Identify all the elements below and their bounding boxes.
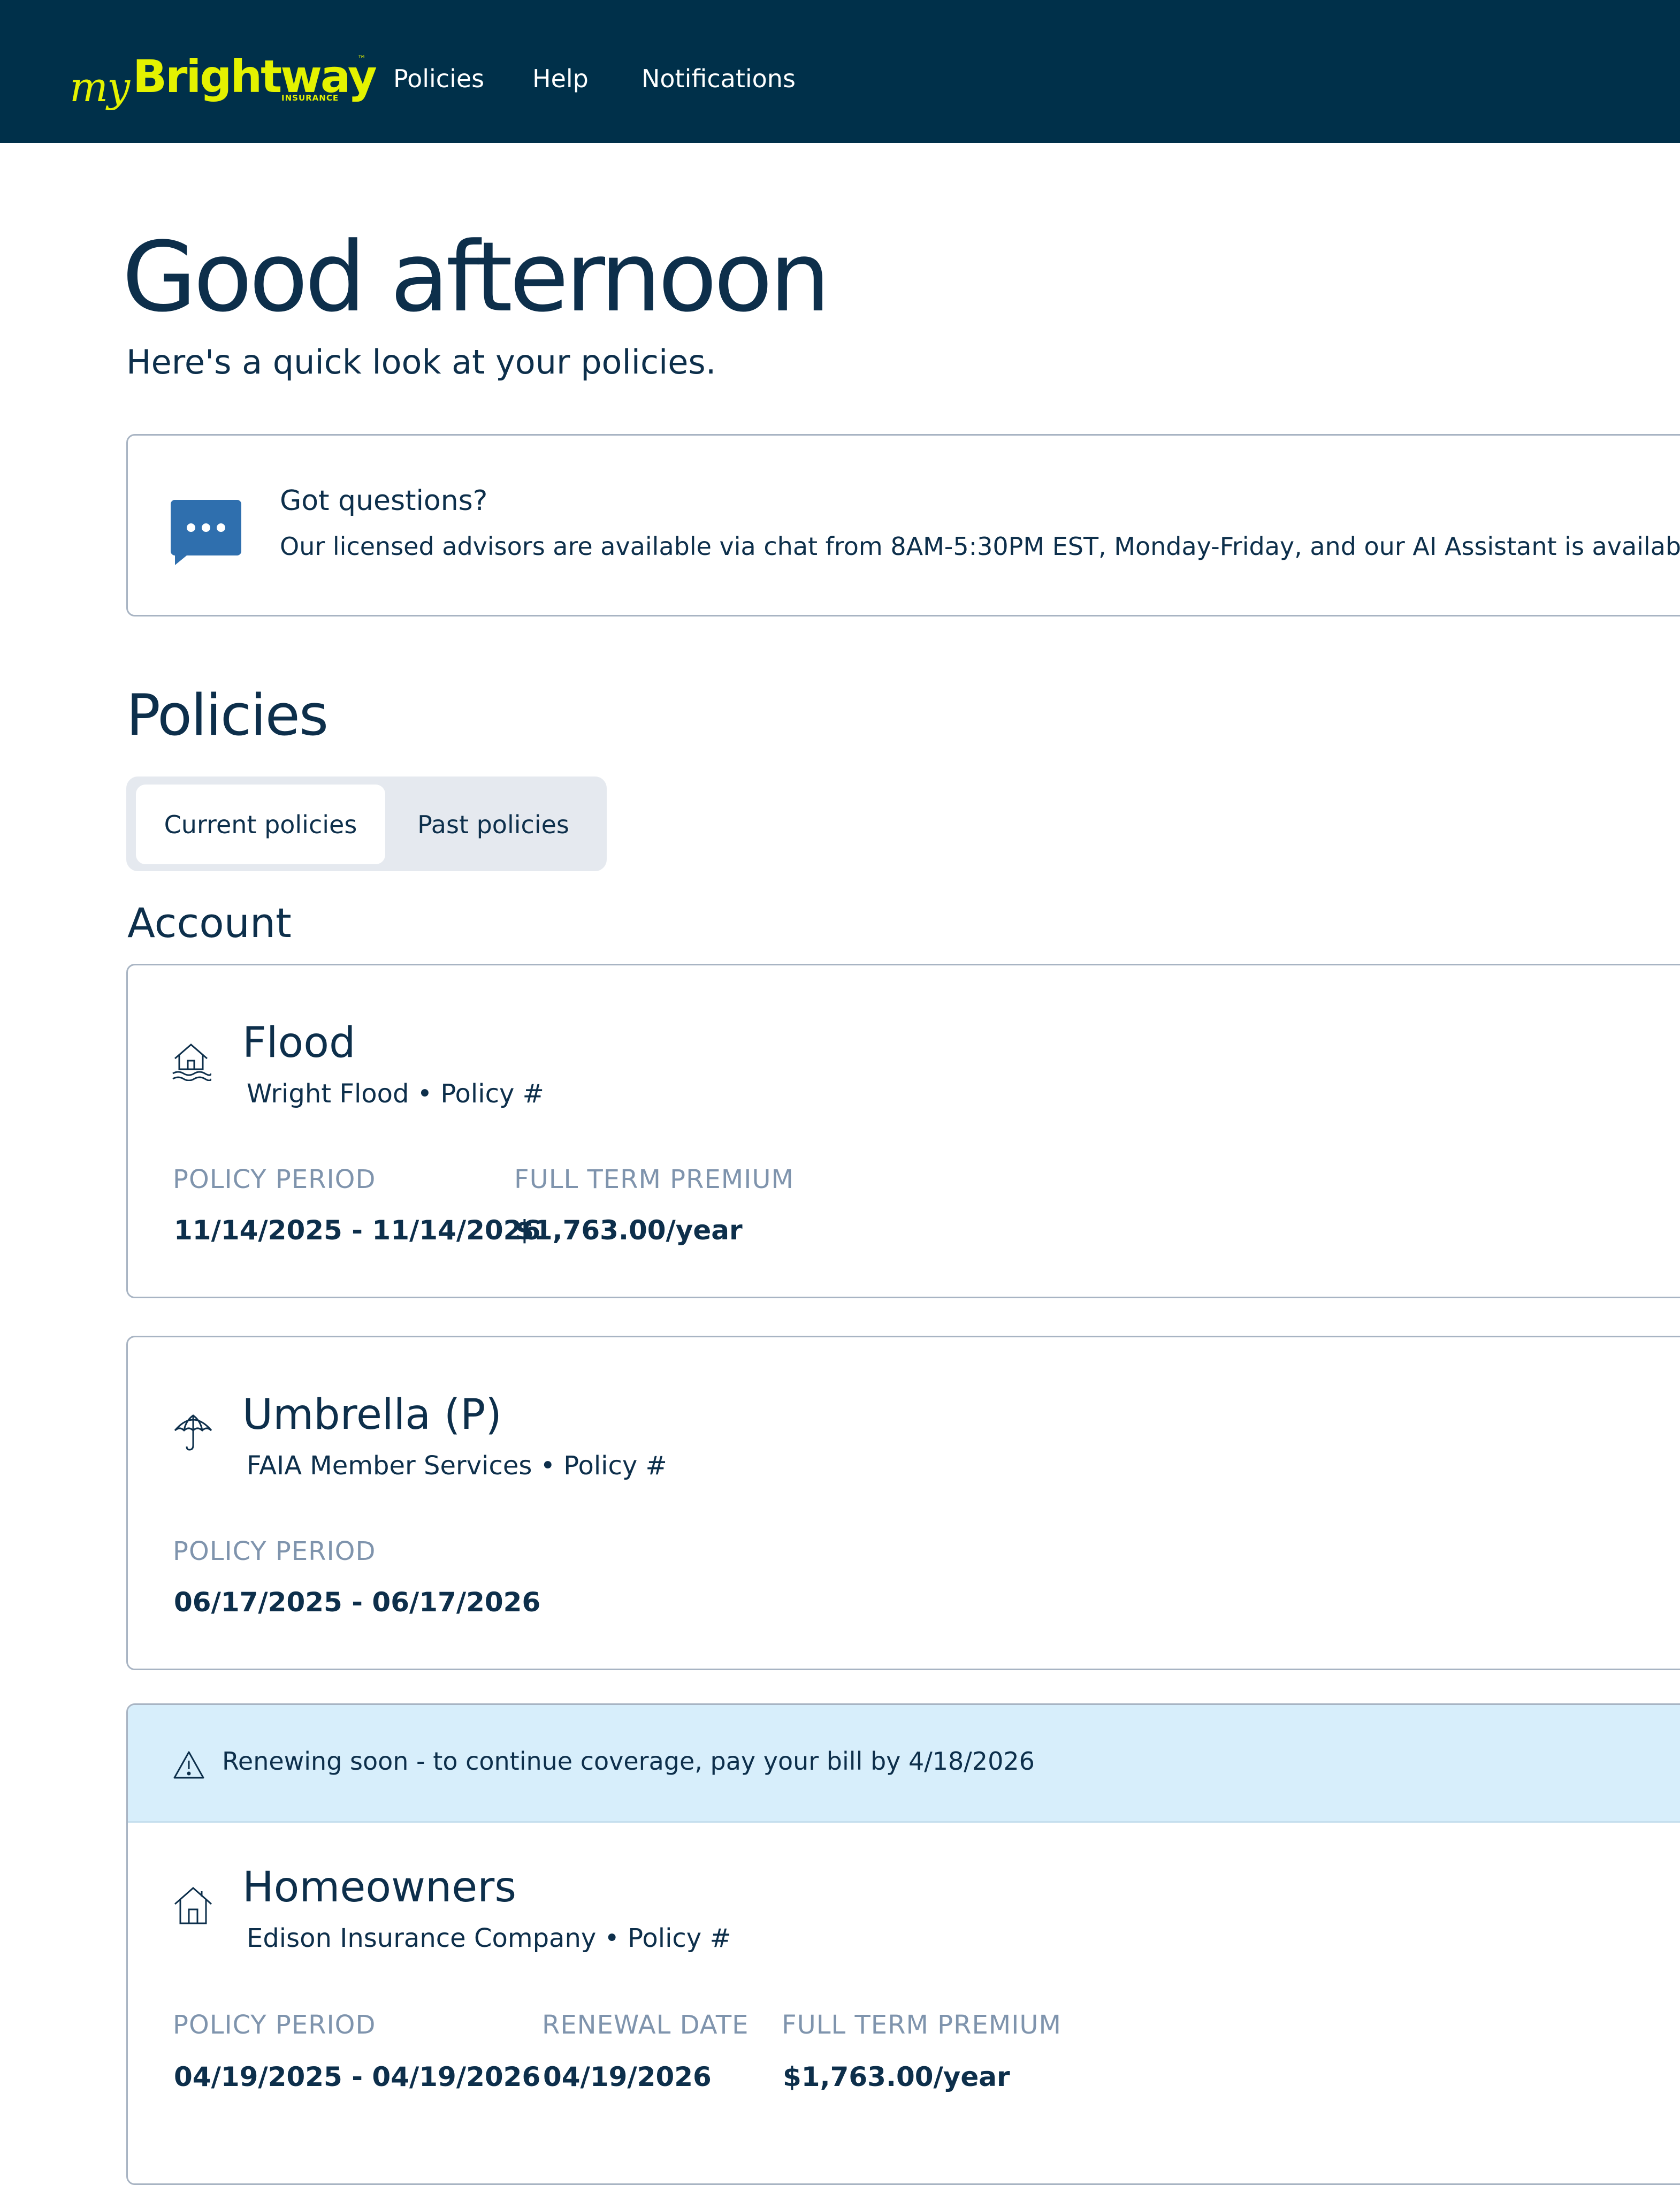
logo-prefix: my: [70, 63, 130, 111]
logo-name: Brightway: [133, 50, 377, 103]
page-title: Good afternoon: [122, 222, 830, 333]
renewal-date-label: RENEWAL DATE: [542, 2010, 749, 2040]
page-subtitle: Here's a quick look at your policies.: [126, 342, 716, 382]
policy-period-label: POLICY PERIOD: [173, 1536, 376, 1566]
flood-house-icon: [172, 1044, 211, 1081]
umbrella-icon: [174, 1414, 212, 1451]
top-nav: my Brightway ™ INSURANCE Policies Help N…: [0, 0, 1680, 143]
policy-card-homeowners[interactable]: Renewing soon - to continue coverage, pa…: [126, 1703, 1680, 2185]
brightway-logo[interactable]: my Brightway ™ INSURANCE: [70, 48, 377, 111]
logo-tagline: INSURANCE: [281, 93, 339, 103]
policy-period-value: 11/14/2025 - 11/14/2026: [174, 1215, 541, 1246]
policy-subtitle: Edison Insurance Company • Policy #: [247, 1923, 731, 1953]
policies-heading: Policies: [126, 682, 329, 748]
info-text: Our licensed advisors are available via …: [280, 532, 1680, 561]
policy-subtitle: Wright Flood • Policy #: [247, 1079, 544, 1109]
account-heading: Account: [127, 899, 292, 947]
policy-tabs: Current policies Past policies: [126, 776, 607, 871]
renewal-banner-text: Renewing soon - to continue coverage, pa…: [222, 1747, 1035, 1776]
nav-link-help[interactable]: Help: [532, 64, 589, 93]
premium-value: $1,763.00/year: [783, 2061, 1010, 2092]
policy-title: Umbrella (P): [242, 1391, 502, 1439]
policy-period-label: POLICY PERIOD: [173, 2010, 376, 2040]
renewal-date-value: 04/19/2026: [543, 2061, 712, 2092]
tab-past-policies[interactable]: Past policies: [391, 785, 596, 864]
premium-label: FULL TERM PREMIUM: [514, 1164, 794, 1194]
warning-icon: [173, 1751, 204, 1779]
nav-link-notifications[interactable]: Notifications: [642, 64, 796, 93]
chat-icon: [171, 500, 241, 565]
tab-current-policies[interactable]: Current policies: [136, 785, 385, 864]
premium-label: FULL TERM PREMIUM: [782, 2010, 1062, 2040]
info-title: Got questions?: [280, 485, 488, 517]
renewal-banner: Renewing soon - to continue coverage, pa…: [128, 1705, 1680, 1823]
policy-title: Homeowners: [242, 1863, 516, 1912]
policy-card-umbrella[interactable]: Umbrella (P) FAIA Member Services • Poli…: [126, 1336, 1680, 1670]
policy-subtitle: FAIA Member Services • Policy #: [247, 1451, 667, 1481]
policy-title: Flood: [242, 1019, 356, 1067]
policy-period-value: 04/19/2025 - 04/19/2026: [174, 2061, 541, 2092]
policy-period-value: 06/17/2025 - 06/17/2026: [174, 1587, 541, 1618]
premium-value: $1,763.00/year: [515, 1215, 743, 1246]
got-questions-box: Got questions? Our licensed advisors are…: [126, 434, 1680, 616]
policy-card-flood[interactable]: Flood Wright Flood • Policy # POLICY PER…: [126, 964, 1680, 1298]
logo-trademark: ™: [357, 54, 366, 64]
nav-link-policies[interactable]: Policies: [393, 64, 484, 93]
house-icon: [174, 1886, 212, 1924]
policy-period-label: POLICY PERIOD: [173, 1164, 376, 1194]
